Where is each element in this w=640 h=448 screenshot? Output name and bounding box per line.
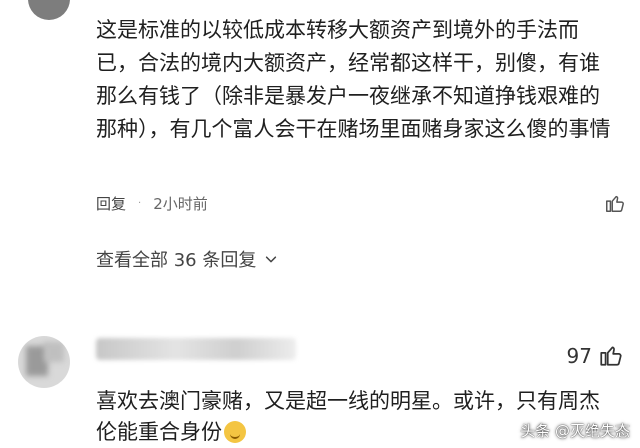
thumbs-up-icon[interactable] xyxy=(598,342,624,368)
chevron-down-icon xyxy=(266,256,277,263)
comment-text: 这是标准的以较低成本转移大额资产到境外的手法而已，合法的境内大额资产，经常都这样… xyxy=(96,18,611,141)
comment-time: 2小时前 xyxy=(153,194,208,213)
view-all-replies-label: 查看全部 36 条回复 xyxy=(96,250,257,271)
comment-meta-row: 回复 · 2小时前 xyxy=(96,190,626,216)
thumbs-up-icon[interactable] xyxy=(604,192,626,214)
avatar[interactable] xyxy=(28,0,70,20)
separator-dot: · xyxy=(138,197,142,209)
reply-button[interactable]: 回复 xyxy=(96,193,126,214)
view-all-replies-button[interactable]: 查看全部 36 条回复 xyxy=(96,246,278,272)
like-count: 97 xyxy=(566,344,592,368)
username-redacted[interactable] xyxy=(96,338,296,360)
avatar[interactable] xyxy=(18,336,70,388)
smirk-emoji-icon xyxy=(224,421,246,443)
watermark: 头条 @灭绝失态 xyxy=(520,422,630,440)
